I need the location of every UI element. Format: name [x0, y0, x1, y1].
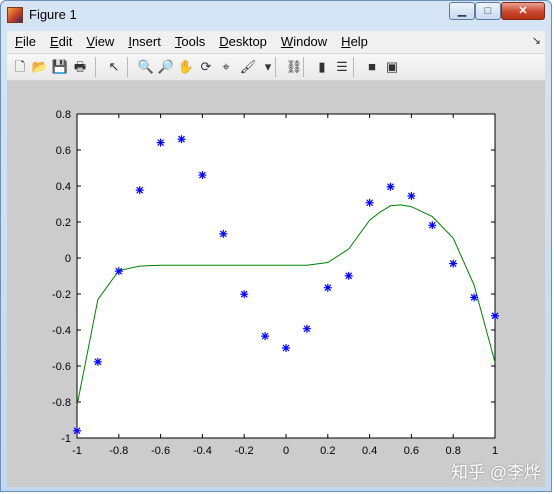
data-point-marker [198, 171, 207, 180]
print-icon[interactable]: 🖶 [71, 58, 89, 76]
axes-box [76, 113, 496, 439]
toolbar-separator [275, 57, 276, 77]
hide-plot-tools-icon[interactable]: ■ [363, 58, 381, 76]
data-point-marker [407, 191, 416, 200]
menu-insert[interactable]: Insert [120, 32, 167, 52]
x-tick-label: -0.8 [109, 445, 128, 457]
data-point-marker [156, 138, 165, 147]
data-point-marker [135, 186, 144, 195]
save-icon[interactable]: 💾 [51, 58, 69, 76]
brush-icon[interactable]: 🖌 [239, 58, 257, 76]
data-point-marker [282, 344, 290, 352]
zoom-in-icon[interactable]: 🔍 [137, 58, 155, 76]
data-point-marker [428, 221, 437, 230]
data-cursor-icon[interactable]: ⌖ [217, 58, 235, 76]
edit-plot-icon[interactable]: ↖ [105, 58, 123, 76]
colorbar-icon[interactable]: ▮ [313, 58, 331, 76]
data-point-marker [114, 267, 123, 276]
data-point-marker [386, 182, 395, 191]
plot-svg[interactable]: -1 -0.8 -0.6 -0.4 -0.2 0 0.2 0.4 0.6 0.8 1 -1 -0.8 -0… [7, 81, 545, 487]
toolbar-separator [303, 57, 304, 77]
data-point-marker [261, 332, 270, 341]
data-point-marker [470, 293, 479, 302]
menu-file[interactable]: File [7, 32, 42, 52]
menu-help[interactable]: Help [333, 32, 374, 52]
window-title: Figure 1 [29, 7, 77, 22]
open-file-icon[interactable]: 📂 [31, 58, 49, 76]
x-tick-label: 1 [492, 445, 498, 457]
data-point-marker [177, 135, 186, 144]
data-point-marker [344, 271, 353, 280]
menu-bar: File Edit View Insert Tools Desktop Wind… [7, 31, 545, 54]
data-point-marker [93, 357, 102, 366]
x-tick-label: 0.4 [362, 445, 377, 457]
menu-dock-arrow-icon[interactable]: ↘ [532, 34, 541, 47]
data-point-marker [302, 324, 311, 333]
menu-desktop[interactable]: Desktop [211, 32, 273, 52]
x-tick-label: -0.4 [193, 445, 212, 457]
title-bar[interactable]: Figure 1 ▁ □ ✕ [1, 1, 551, 29]
link-plot-icon[interactable]: ⛓ [285, 58, 303, 76]
data-point-marker [73, 426, 81, 435]
zoom-out-icon[interactable]: 🔎 [157, 58, 175, 76]
figure-canvas[interactable]: -1 -0.8 -0.6 -0.4 -0.2 0 0.2 0.4 0.6 0.8 1 -1 -0.8 -0… [7, 81, 545, 487]
y-tick-label: -1 [61, 433, 71, 445]
y-tick-label: -0.4 [52, 325, 71, 337]
toolbar-separator [353, 57, 354, 77]
x-tick-label: 0.6 [404, 445, 419, 457]
minimize-button[interactable]: ▁ [449, 2, 475, 20]
figure-window: Figure 1 ▁ □ ✕ File Edit View Insert Too… [0, 0, 552, 492]
menu-edit[interactable]: Edit [42, 32, 78, 52]
menu-window[interactable]: Window [273, 32, 333, 52]
y-tick-label: 0.8 [56, 109, 71, 121]
new-figure-icon[interactable]: 🗋 [11, 58, 29, 76]
data-point-marker [219, 229, 228, 238]
data-point-marker [491, 311, 499, 320]
y-tick-label: -0.6 [52, 361, 71, 373]
watermark-text: 知乎 @李烨 [451, 463, 541, 482]
menu-view[interactable]: View [78, 32, 120, 52]
toolbar-separator [127, 57, 128, 77]
x-tick-label: 0.2 [320, 445, 335, 457]
y-tick-label: -0.2 [52, 289, 71, 301]
pan-icon[interactable]: ✋ [177, 58, 195, 76]
rotate-3d-icon[interactable]: ⟳ [197, 58, 215, 76]
y-tick-label: 0.6 [56, 145, 71, 157]
x-tick-label: -1 [72, 445, 82, 457]
legend-icon[interactable]: ☰ [333, 58, 351, 76]
x-tick-label: 0.8 [446, 445, 461, 457]
close-button[interactable]: ✕ [501, 2, 545, 20]
data-point-marker [365, 198, 374, 207]
y-tick-label: 0 [65, 253, 71, 265]
y-tick-label: -0.8 [52, 397, 71, 409]
toolbar-separator [95, 57, 96, 77]
y-tick-label: 0.4 [56, 181, 71, 193]
data-point-marker [240, 290, 249, 299]
maximize-button[interactable]: □ [475, 2, 501, 20]
matlab-app-icon [7, 7, 23, 23]
x-tick-label: 0 [283, 445, 289, 457]
data-point-marker [449, 259, 458, 268]
x-tick-label: -0.6 [151, 445, 170, 457]
y-tick-label: 0.2 [56, 217, 71, 229]
figure-toolbar: 🗋 📂 💾 🖶 ↖ 🔍 🔎 ✋ ⟳ ⌖ 🖌 ▾ ⛓ ▮ ☰ ■ ▣ [7, 54, 545, 81]
data-point-marker [323, 283, 332, 292]
menu-tools[interactable]: Tools [167, 32, 211, 52]
show-plot-tools-icon[interactable]: ▣ [383, 58, 401, 76]
x-tick-label: -0.2 [235, 445, 254, 457]
